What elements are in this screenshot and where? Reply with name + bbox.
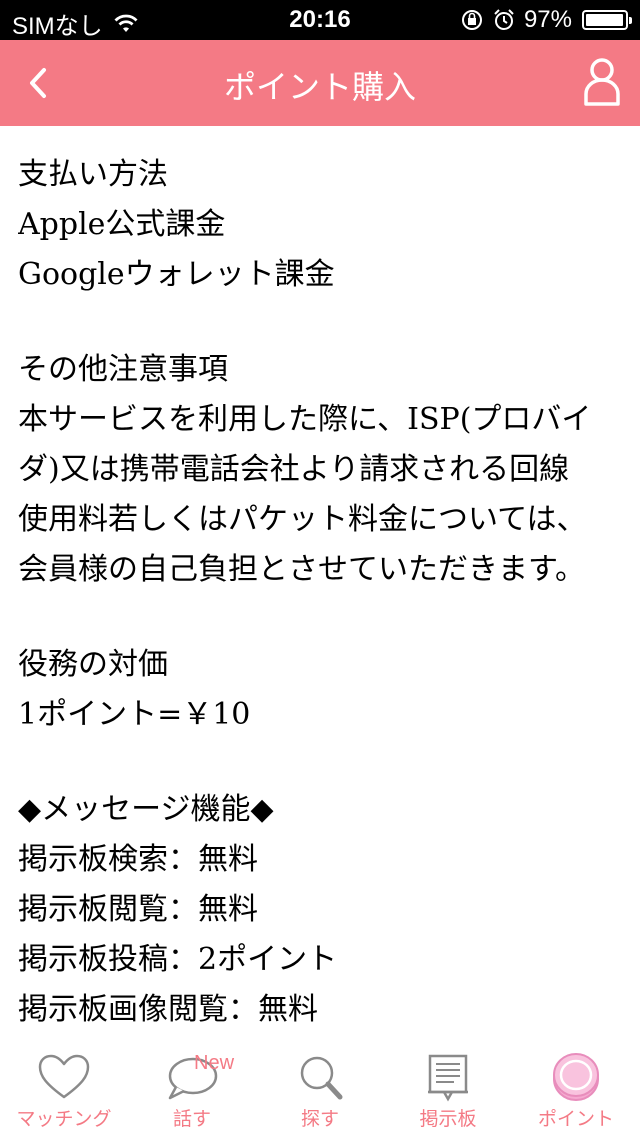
user-icon xyxy=(584,58,620,106)
new-badge: New xyxy=(194,1052,235,1074)
nav-bar: ポイント購入 xyxy=(0,40,640,126)
payment-line: Apple公式課金 xyxy=(18,207,226,242)
profile-button[interactable] xyxy=(580,56,624,108)
heart-icon xyxy=(38,1054,90,1099)
notes-section: その他注意事項 本サービスを利用した際に、ISP(プロバイ ダ)又は携帯電話会社… xyxy=(18,345,622,595)
page-title: ポイント購入 xyxy=(223,68,416,106)
alarm-icon xyxy=(494,9,514,30)
board-icon xyxy=(428,1054,468,1102)
notes-heading: その他注意事項 xyxy=(18,352,228,387)
price-section: 役務の対価 1ポイント=￥10 xyxy=(18,640,622,740)
message-feature-line: 掲示板検索：無料 xyxy=(18,842,258,877)
payment-section: 支払い方法 Apple公式課金 Googleウォレット課金 xyxy=(18,150,622,300)
message-feature-line: 掲示板投稿：2ポイント xyxy=(18,942,338,977)
price-heading: 役務の対価 xyxy=(18,647,168,682)
battery-fill xyxy=(586,14,623,26)
status-bar: SIMなし 20:16 97% xyxy=(0,0,640,40)
tab-label: 話す xyxy=(172,1108,211,1130)
battery-nub xyxy=(629,17,632,24)
message-feature-line: 掲示板閲覧：無料 xyxy=(18,892,258,927)
content-area: 支払い方法 Apple公式課金 Googleウォレット課金 その他注意事項 本サ… xyxy=(18,150,622,1030)
price-line: 1ポイント=￥10 xyxy=(18,697,251,732)
message-features-heading: ◆メッセージ機能◆ xyxy=(18,792,274,827)
notes-line: 会員様の自己負担とさせていただきます。 xyxy=(18,552,585,587)
notes-line: ダ)又は携帯電話会社より請求される回線 xyxy=(18,452,570,487)
message-feature-line: 掲示板画像閲覧：無料 xyxy=(18,992,318,1027)
payment-heading: 支払い方法 xyxy=(18,157,168,192)
payment-line: Googleウォレット課金 xyxy=(18,257,335,292)
tab-bar: マッチング New 話す 探す 掲示板 ポイント xyxy=(0,1046,640,1136)
status-right: 97% xyxy=(460,6,632,34)
notes-line: 使用料若しくはパケット料金については、 xyxy=(18,502,587,537)
battery-icon xyxy=(582,10,632,30)
tab-points[interactable]: ポイント xyxy=(512,1046,640,1136)
tab-label: マッチング xyxy=(16,1108,112,1130)
tab-label: 探す xyxy=(300,1108,339,1130)
tab-board[interactable]: 掲示板 xyxy=(384,1046,512,1136)
notes-line: 本サービスを利用した際に、ISP(プロバイ xyxy=(18,402,592,437)
tab-search[interactable]: 探す xyxy=(256,1046,384,1136)
tab-matching[interactable]: マッチング xyxy=(0,1046,128,1136)
orientation-lock-icon xyxy=(461,10,482,30)
tab-talk[interactable]: New 話す xyxy=(128,1046,256,1136)
battery-percent: 97% xyxy=(523,6,572,33)
coin-icon xyxy=(553,1053,599,1101)
tab-label: ポイント xyxy=(537,1108,614,1130)
message-features-section: ◆メッセージ機能◆ 掲示板検索：無料 掲示板閲覧：無料 掲示板投稿：2ポイント … xyxy=(18,785,622,1030)
search-icon xyxy=(300,1056,343,1100)
tab-label: 掲示板 xyxy=(419,1108,477,1130)
